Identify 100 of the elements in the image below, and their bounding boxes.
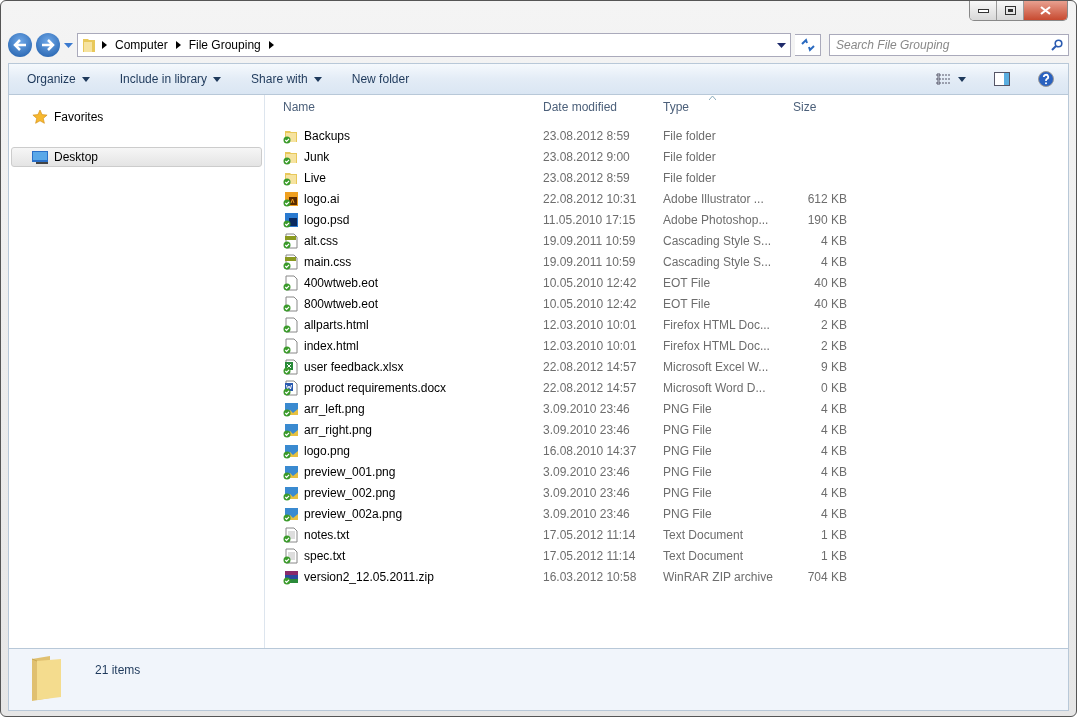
file-name: logo.psd <box>304 212 350 227</box>
maximize-icon <box>1004 6 1016 15</box>
file-name-cell[interactable]: 400wtweb.eot <box>275 274 535 291</box>
file-icon <box>283 421 299 438</box>
file-name-cell[interactable]: logo.psd <box>275 211 535 228</box>
size-cell-text: 1 KB <box>820 527 848 542</box>
sidebar-item[interactable]: Favorites <box>11 107 262 127</box>
file-name-cell[interactable]: user feedback.xlsx <box>275 358 535 375</box>
date-cell-text: 17.05.2012 11:14 <box>542 527 637 542</box>
toolbar-button[interactable]: Organize <box>19 69 98 89</box>
minimize-icon <box>977 8 989 13</box>
back-button[interactable] <box>8 33 32 57</box>
date-cell-text: 23.08.2012 8:59 <box>542 128 631 143</box>
chevron-icon[interactable] <box>268 41 274 49</box>
file-name-cell[interactable]: alt.css <box>275 232 535 249</box>
column-header[interactable]: Name <box>275 95 535 119</box>
toolbar-button[interactable]: Share with <box>243 69 330 89</box>
size-cell-text: 4 KB <box>820 254 848 269</box>
search-field[interactable]: Search File Grouping <box>829 34 1069 56</box>
column-header[interactable]: Type <box>655 95 785 119</box>
file-name: logo.png <box>304 443 351 458</box>
column-header[interactable]: Date modified <box>535 95 655 119</box>
type-cell-text: Firefox HTML Doc... <box>662 317 771 332</box>
file-name-cell[interactable]: preview_001.png <box>275 463 535 480</box>
size-cell-text: 4 KB <box>820 464 848 479</box>
file-name-cell[interactable]: arr_left.png <box>275 400 535 417</box>
file-name-cell[interactable]: preview_002.png <box>275 484 535 501</box>
size-cell-text: 612 KB <box>806 191 848 206</box>
caret-icon <box>313 76 322 82</box>
minimize-button[interactable] <box>970 1 997 20</box>
size-cell-text: 2 KB <box>820 317 848 332</box>
search-icon <box>1051 39 1063 51</box>
date-cell-text: 11.05.2010 17:15 <box>542 212 637 227</box>
chevron-icon[interactable] <box>102 41 107 49</box>
file-name: alt.css <box>304 233 338 248</box>
sidebar-item[interactable]: Desktop <box>11 147 262 167</box>
file-name-cell[interactable]: Junk <box>275 148 535 165</box>
caret-icon <box>213 76 222 82</box>
file-name-cell[interactable]: main.css <box>275 253 535 270</box>
refresh-icon <box>799 38 816 52</box>
date-cell-text: 3.09.2010 23:46 <box>542 422 631 437</box>
file-icon <box>283 568 299 585</box>
file-name-cell[interactable]: product requirements.docx <box>275 379 535 396</box>
file-name-cell[interactable]: Live <box>275 169 535 186</box>
file-name-cell[interactable]: allparts.html <box>275 316 535 333</box>
chevron-icon[interactable] <box>175 41 181 49</box>
file-icon <box>283 253 299 270</box>
file-icon <box>283 442 299 459</box>
refresh-button[interactable] <box>795 34 821 56</box>
size-cell-text: 0 KB <box>820 380 848 395</box>
date-cell-text: 22.08.2012 10:31 <box>542 191 638 206</box>
type-cell-text: File folder <box>662 170 717 185</box>
date-cell-text: 23.08.2012 8:59 <box>542 170 631 185</box>
date-cell-text: 19.09.2011 10:59 <box>542 254 637 269</box>
history-dropdown-icon[interactable] <box>64 42 73 48</box>
caret-icon <box>958 76 966 82</box>
file-name-cell[interactable]: 800wtweb.eot <box>275 295 535 312</box>
size-cell-text: 4 KB <box>820 401 848 416</box>
date-cell-text: 23.08.2012 9:00 <box>542 149 631 164</box>
date-cell-text: 12.03.2010 10:01 <box>542 338 638 353</box>
breadcrumb[interactable]: File Grouping <box>186 38 263 52</box>
type-cell-text: Adobe Illustrator ... <box>662 191 765 206</box>
file-name: preview_002a.png <box>304 506 403 521</box>
file-icon <box>283 484 299 501</box>
toolbar-button[interactable]: New folder <box>343 69 418 89</box>
type-cell-text: PNG File <box>662 401 713 416</box>
toolbar-button[interactable]: Include in library <box>111 69 230 89</box>
file-name-cell[interactable]: preview_002a.png <box>275 505 535 522</box>
file-name-cell[interactable]: arr_right.png <box>275 421 535 438</box>
forward-button[interactable] <box>36 33 60 57</box>
column-header[interactable]: Size <box>785 95 855 119</box>
monitor-icon <box>32 150 48 164</box>
breadcrumb[interactable]: Computer <box>113 38 170 52</box>
type-cell-text: Text Document <box>662 548 745 563</box>
type-cell-text: File folder <box>662 128 717 143</box>
type-cell-text: PNG File <box>662 422 713 437</box>
file-name-cell[interactable]: logo.ai <box>275 190 535 207</box>
address-bar[interactable]: Computer File Grouping <box>77 33 791 57</box>
file-name: index.html <box>304 338 359 353</box>
size-cell-text: 40 KB <box>813 296 848 311</box>
size-cell-text: 9 KB <box>820 359 848 374</box>
close-button[interactable] <box>1024 1 1067 20</box>
file-name: product requirements.docx <box>304 380 447 395</box>
file-name-cell[interactable]: notes.txt <box>275 526 535 543</box>
dropdown-icon[interactable] <box>777 42 786 48</box>
help-icon <box>1038 71 1054 87</box>
type-cell-text: EOT File <box>662 296 712 311</box>
file-name-cell[interactable]: index.html <box>275 337 535 354</box>
file-name-cell[interactable]: Backups <box>275 127 535 144</box>
file-name-cell[interactable]: spec.txt <box>275 547 535 564</box>
file-name-cell[interactable]: version2_12.05.2011.zip <box>275 568 535 585</box>
back-arrow-icon <box>13 39 27 51</box>
file-name-cell[interactable]: logo.png <box>275 442 535 459</box>
date-cell-text: 22.08.2012 14:57 <box>542 359 638 374</box>
file-icon <box>283 190 299 207</box>
file-name: main.css <box>304 254 352 269</box>
date-cell-text: 17.05.2012 11:14 <box>542 548 637 563</box>
file-name: Backups <box>304 128 351 143</box>
maximize-button[interactable] <box>997 1 1024 20</box>
file-icon <box>283 463 299 480</box>
